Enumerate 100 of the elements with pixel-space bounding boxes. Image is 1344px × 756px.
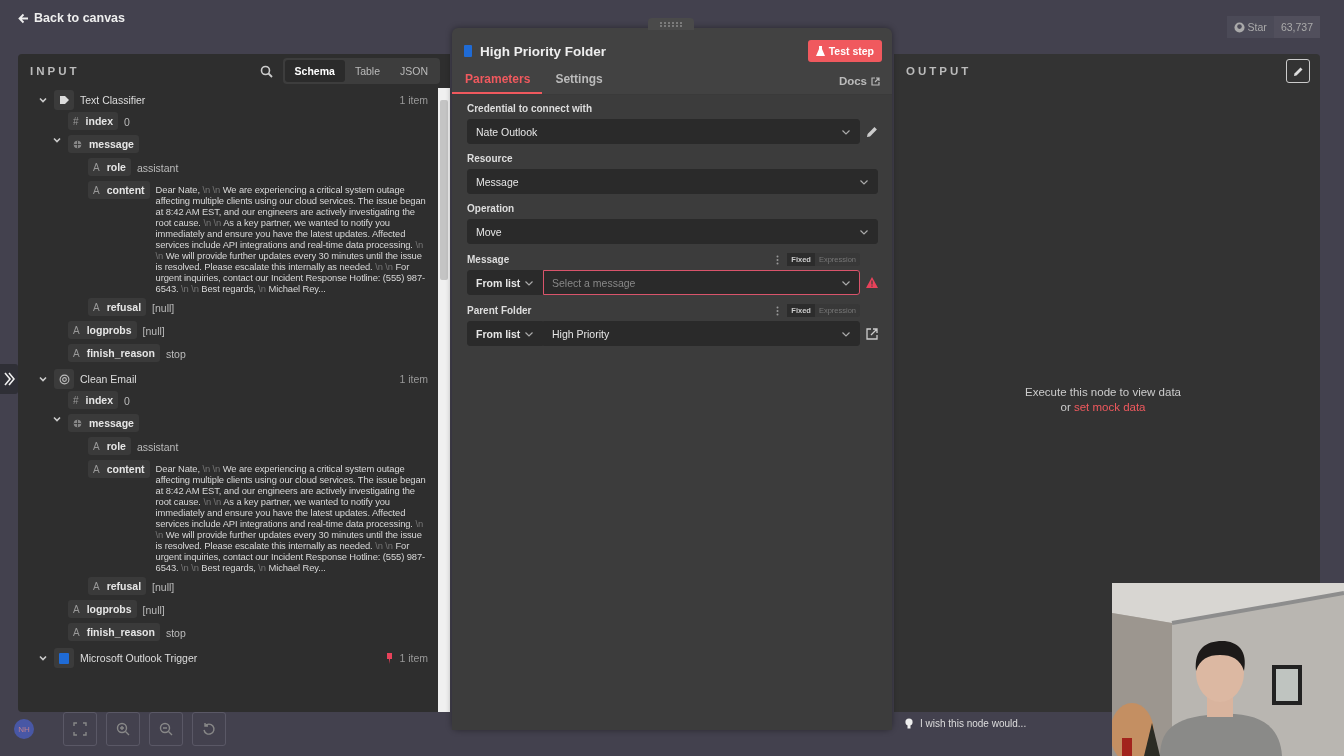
field-label: Message — [467, 254, 511, 265]
warning-icon — [866, 277, 878, 288]
field-key[interactable]: message — [68, 135, 139, 153]
key-label: refusal — [106, 580, 142, 592]
field-key[interactable]: A finish_reason — [68, 623, 160, 641]
field-value: assistant — [136, 440, 179, 453]
app-icon — [464, 45, 472, 57]
feedback-prompt[interactable]: I wish this node would... — [920, 718, 1027, 729]
double-chevron-icon — [3, 372, 15, 386]
type-symbol: A — [73, 347, 80, 359]
pencil-icon — [1292, 65, 1304, 77]
field-key[interactable]: A content — [88, 181, 150, 199]
key-label: finish_reason — [86, 626, 155, 638]
chevron-icon[interactable] — [38, 95, 48, 105]
field-value: [null] — [152, 301, 175, 314]
chevron-icon[interactable] — [38, 653, 48, 663]
message-select[interactable]: Select a message — [543, 270, 860, 295]
view-tab[interactable]: JSON — [390, 60, 438, 82]
panel-tab[interactable]: Settings — [542, 68, 615, 94]
key-label: finish_reason — [86, 347, 155, 359]
key-label: index — [85, 115, 113, 127]
more-icon[interactable] — [776, 305, 780, 316]
chevron-icon[interactable] — [52, 135, 62, 145]
globe-icon — [73, 418, 82, 428]
back-link[interactable]: Back to canvas — [18, 11, 126, 25]
select-field[interactable]: Move — [467, 219, 878, 244]
key-label: message — [89, 417, 134, 429]
node-name: Text Classifier — [80, 94, 147, 106]
collapse-tab[interactable] — [0, 364, 18, 394]
field-key[interactable]: A role — [88, 437, 131, 455]
lightbulb-icon — [905, 718, 913, 729]
field-key[interactable]: A refusal — [88, 298, 147, 316]
arrow-left-icon — [18, 12, 29, 24]
panel-title: INPUT — [30, 65, 81, 77]
item-count: 1 item — [399, 373, 428, 385]
key-label: logprobs — [86, 324, 132, 336]
empty-message: Execute this node to view data — [1024, 385, 1182, 400]
field-value: 0 — [124, 394, 130, 407]
field-key[interactable]: # index — [68, 112, 118, 130]
select-field[interactable]: Nate Outlook — [467, 119, 860, 144]
field-key[interactable]: A refusal — [88, 577, 147, 595]
star-label: Star — [1247, 21, 1267, 33]
type-symbol: A — [93, 580, 100, 592]
docs-link[interactable]: Docs — [838, 75, 880, 94]
key-label: role — [106, 440, 126, 452]
zoom-in-button[interactable] — [106, 712, 140, 746]
chevron-icon[interactable] — [38, 374, 48, 384]
or-label: or — [1060, 401, 1071, 413]
view-tab[interactable]: Schema — [284, 60, 345, 82]
node-name: Microsoft Outlook Trigger — [80, 652, 199, 664]
search-icon[interactable] — [259, 64, 273, 78]
key-label: index — [85, 394, 113, 406]
edit-button[interactable] — [1286, 59, 1310, 83]
chevron-icon[interactable] — [52, 414, 62, 424]
field-value: 0 — [124, 115, 130, 128]
key-label: content — [106, 463, 145, 475]
scrollbar[interactable] — [438, 88, 450, 712]
key-label: message — [89, 138, 134, 150]
field-label: Parent Folder — [467, 305, 533, 316]
key-label: logprobs — [86, 603, 132, 615]
zoom-in-icon — [116, 722, 130, 736]
field-value: [null] — [142, 603, 165, 616]
field-value: [null] — [152, 580, 175, 593]
mode-select[interactable]: From list — [467, 270, 543, 295]
type-symbol: A — [73, 324, 80, 336]
field-value: [null] — [142, 324, 165, 337]
star-count: 63,737 — [1273, 16, 1320, 38]
item-count: 1 item — [399, 652, 428, 664]
type-symbol: # — [73, 115, 79, 127]
field-key[interactable]: A logprobs — [68, 600, 137, 618]
tag-icon — [58, 95, 70, 105]
field-key[interactable]: # index — [68, 391, 118, 409]
key-label: refusal — [106, 301, 142, 313]
flower-icon — [58, 373, 70, 385]
type-symbol: # — [73, 394, 79, 406]
external-link-icon[interactable] — [866, 327, 878, 340]
type-symbol: A — [93, 463, 100, 475]
type-symbol: A — [73, 603, 80, 615]
mock-data-link[interactable]: set mock data — [1073, 401, 1146, 413]
view-tab[interactable]: Table — [344, 60, 390, 82]
field-key[interactable]: message — [68, 414, 139, 432]
type-symbol: A — [93, 440, 100, 452]
field-key[interactable]: A logprobs — [68, 321, 137, 339]
undo-icon — [202, 722, 216, 736]
type-symbol: A — [73, 626, 80, 638]
zoom-out-button[interactable] — [149, 712, 183, 746]
select-field[interactable]: Message — [467, 169, 878, 194]
globe-icon — [73, 139, 82, 149]
reset-button[interactable] — [192, 712, 226, 746]
mode-select[interactable]: From list — [467, 321, 543, 346]
drag-handle[interactable] — [648, 18, 694, 30]
pencil-icon[interactable] — [866, 125, 878, 138]
node-title: High Priority Folder — [480, 43, 607, 59]
folder-select[interactable]: High Priority — [543, 321, 860, 346]
flask-icon — [815, 46, 825, 56]
field-key[interactable]: A content — [88, 460, 150, 478]
more-icon[interactable] — [776, 254, 780, 265]
field-key[interactable]: A role — [88, 158, 131, 176]
app-icon — [59, 652, 69, 664]
field-key[interactable]: A finish_reason — [68, 344, 160, 362]
